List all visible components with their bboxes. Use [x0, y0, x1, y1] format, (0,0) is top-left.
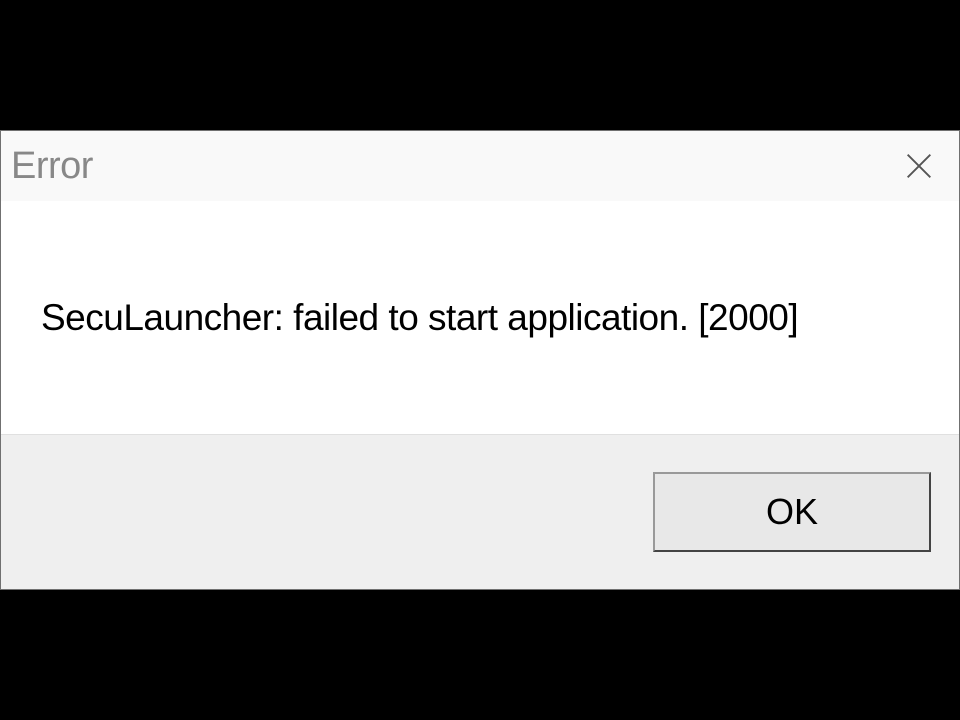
button-bar: OK	[1, 434, 959, 589]
error-dialog: Error SecuLauncher: failed to start appl…	[0, 130, 960, 590]
content-area: SecuLauncher: failed to start applicatio…	[1, 201, 959, 434]
close-icon	[902, 149, 936, 183]
dialog-title: Error	[11, 145, 93, 188]
title-bar: Error	[1, 131, 959, 201]
close-button[interactable]	[895, 142, 943, 190]
error-message: SecuLauncher: failed to start applicatio…	[41, 297, 798, 339]
ok-button[interactable]: OK	[653, 472, 931, 552]
